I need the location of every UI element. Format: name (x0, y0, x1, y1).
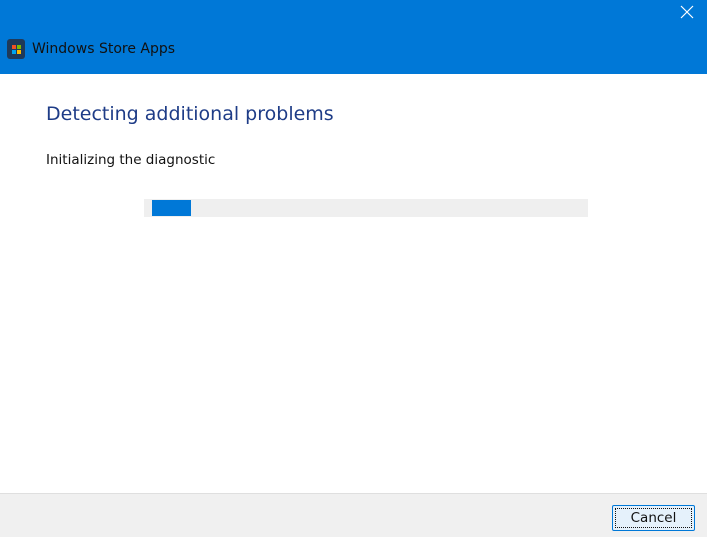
title-bar: Windows Store Apps (0, 0, 707, 74)
cancel-label: Cancel (615, 508, 692, 528)
store-app-icon (7, 39, 25, 59)
footer-bar (0, 493, 707, 537)
status-text: Initializing the diagnostic (46, 152, 216, 168)
progress-bar (144, 199, 588, 217)
page-heading: Detecting additional problems (46, 103, 334, 125)
close-icon (680, 5, 694, 19)
cancel-button[interactable]: Cancel (612, 505, 695, 531)
close-button[interactable] (679, 4, 695, 20)
progress-indicator (152, 200, 191, 216)
window-title: Windows Store Apps (32, 41, 176, 57)
